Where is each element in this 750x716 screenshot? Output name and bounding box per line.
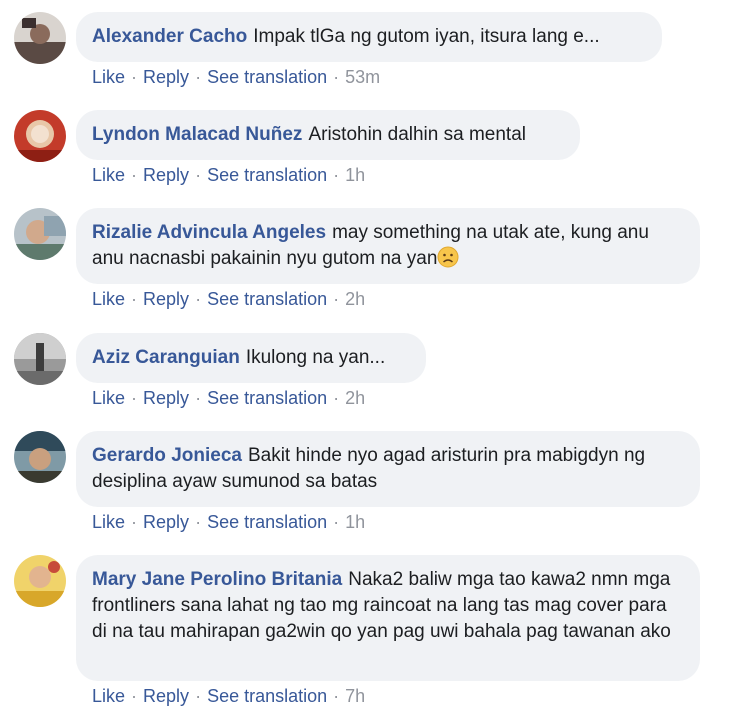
separator: · <box>131 67 138 87</box>
see-translation-link[interactable]: See translation <box>207 165 327 185</box>
reply-link[interactable]: Reply <box>143 165 189 185</box>
separator: · <box>131 289 138 309</box>
comment-time[interactable]: 1h <box>345 512 365 532</box>
comment-bubble: Aziz Caranguian Ikulong na yan... <box>76 333 426 383</box>
separator: · <box>333 686 340 706</box>
separator: · <box>131 686 138 706</box>
comment-author[interactable]: Gerardo Jonieca <box>92 445 242 466</box>
comment-bubble: Mary Jane Perolino Britania Naka2 baliw m… <box>76 555 700 681</box>
like-link[interactable]: Like <box>92 388 125 408</box>
like-link[interactable]: Like <box>92 67 125 87</box>
comment-time[interactable]: 2h <box>345 289 365 309</box>
comment-text: Ikulong na yan... <box>245 347 386 368</box>
comment-author[interactable]: Rizalie Advincula Angeles <box>92 222 326 243</box>
comment-actions: Like · Reply · See translation · 2h <box>92 288 365 310</box>
comment-author[interactable]: Lyndon Malacad Nuñez <box>92 124 302 145</box>
separator: · <box>131 165 138 185</box>
reply-link[interactable]: Reply <box>143 289 189 309</box>
like-link[interactable]: Like <box>92 289 125 309</box>
separator: · <box>195 289 202 309</box>
comment-bubble: Alexander Cacho Impak tlGa ng gutom iyan,… <box>76 12 662 62</box>
comment-actions: Like · Reply · See translation · 7h <box>92 685 365 707</box>
separator: · <box>195 165 202 185</box>
avatar[interactable] <box>14 110 66 162</box>
avatar[interactable] <box>14 208 66 260</box>
comment-list: Alexander Cacho Impak tlGa ng gutom iyan,… <box>0 0 750 716</box>
comment-time[interactable]: 7h <box>345 686 365 706</box>
separator: · <box>333 289 340 309</box>
like-link[interactable]: Like <box>92 686 125 706</box>
comment-bubble: Rizalie Advincula Angeles may something n… <box>76 208 700 284</box>
separator: · <box>195 388 202 408</box>
reply-link[interactable]: Reply <box>143 388 189 408</box>
comment-bubble: Lyndon Malacad Nuñez Aristohin dalhin sa … <box>76 110 580 160</box>
comment-time[interactable]: 1h <box>345 165 365 185</box>
comment-bubble: Gerardo Jonieca Bakit hinde nyo agad aris… <box>76 431 700 507</box>
comment-author[interactable]: Aziz Caranguian <box>92 347 240 368</box>
comment-actions: Like · Reply · See translation · 1h <box>92 511 365 533</box>
like-link[interactable]: Like <box>92 165 125 185</box>
separator: · <box>333 67 340 87</box>
avatar[interactable] <box>14 12 66 64</box>
see-translation-link[interactable]: See translation <box>207 512 327 532</box>
comment-actions: Like · Reply · See translation · 1h <box>92 164 365 186</box>
like-link[interactable]: Like <box>92 512 125 532</box>
reply-link[interactable]: Reply <box>143 686 189 706</box>
separator: · <box>333 512 340 532</box>
separator: · <box>131 512 138 532</box>
see-translation-link[interactable]: See translation <box>207 686 327 706</box>
comment-author[interactable]: Mary Jane Perolino Britania <box>92 569 342 590</box>
comment-time[interactable]: 53m <box>345 67 380 87</box>
avatar[interactable] <box>14 555 66 607</box>
reply-link[interactable]: Reply <box>143 67 189 87</box>
separator: · <box>195 67 202 87</box>
avatar[interactable] <box>14 333 66 385</box>
see-translation-link[interactable]: See translation <box>207 388 327 408</box>
sad-face-emoji <box>437 246 459 268</box>
comment-actions: Like · Reply · See translation · 53m <box>92 66 380 88</box>
comment-text: Aristohin dalhin sa mental <box>308 124 527 145</box>
comment-time[interactable]: 2h <box>345 388 365 408</box>
separator: · <box>333 388 340 408</box>
reply-link[interactable]: Reply <box>143 512 189 532</box>
separator: · <box>195 512 202 532</box>
separator: · <box>131 388 138 408</box>
comment-text: Impak tlGa ng gutom iyan, itsura lang e.… <box>253 26 600 47</box>
comment-author[interactable]: Alexander Cacho <box>92 26 247 47</box>
see-translation-link[interactable]: See translation <box>207 289 327 309</box>
separator: · <box>195 686 202 706</box>
separator: · <box>333 165 340 185</box>
see-translation-link[interactable]: See translation <box>207 67 327 87</box>
avatar[interactable] <box>14 431 66 483</box>
comment-actions: Like · Reply · See translation · 2h <box>92 387 365 409</box>
